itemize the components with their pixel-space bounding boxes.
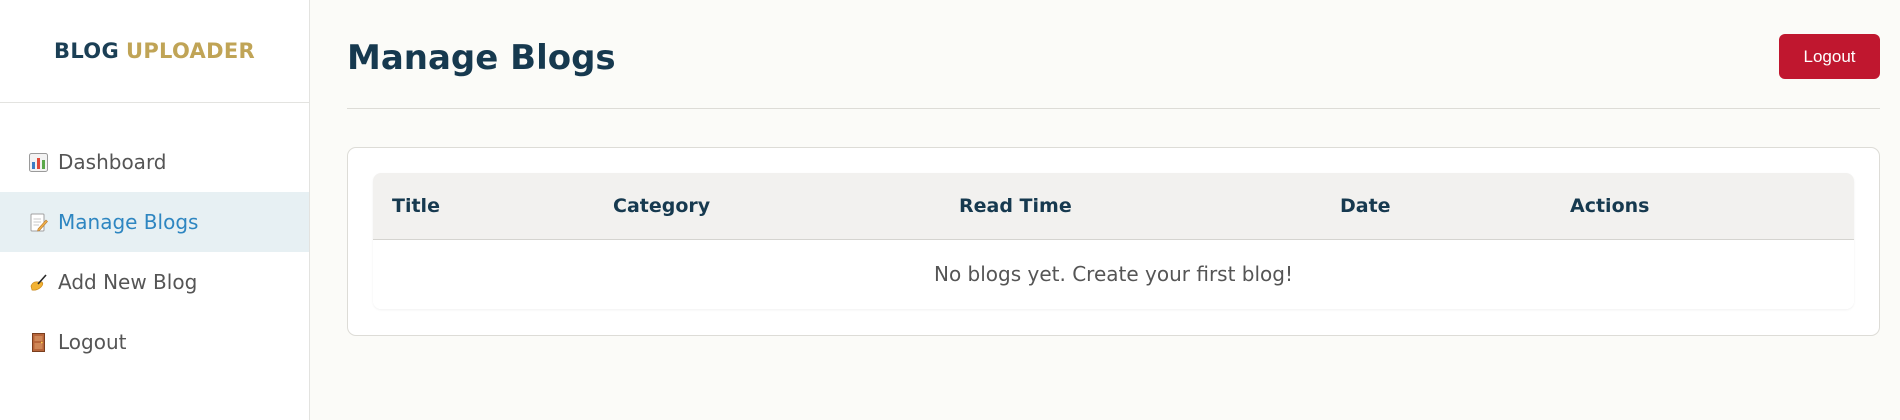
sidebar-item-label: Logout bbox=[58, 330, 127, 354]
brand-name-part2: UPLOADER bbox=[125, 39, 255, 63]
logout-button[interactable]: Logout bbox=[1779, 34, 1880, 79]
blogs-table: Title Category Read Time Date Actions No… bbox=[373, 173, 1854, 309]
table-header: Title Category Read Time Date Actions bbox=[373, 173, 1854, 240]
column-header-category: Category bbox=[613, 195, 711, 217]
sidebar-item-manage-blogs[interactable]: Manage Blogs bbox=[0, 192, 309, 252]
page-title: Manage Blogs bbox=[347, 38, 616, 78]
bar-chart-icon bbox=[29, 152, 48, 172]
sidebar-item-label: Add New Blog bbox=[58, 270, 198, 294]
brand-name-part1: BLOG bbox=[54, 39, 119, 63]
column-header-read-time: Read Time bbox=[959, 195, 1072, 217]
sidebar-item-label: Dashboard bbox=[58, 150, 167, 174]
sidebar-item-label: Manage Blogs bbox=[58, 210, 199, 234]
writing-hand-icon bbox=[29, 273, 48, 292]
main-content: Manage Blogs Logout Title Category Read … bbox=[347, 0, 1880, 336]
blogs-card: Title Category Read Time Date Actions No… bbox=[347, 147, 1880, 336]
sidebar-item-dashboard[interactable]: Dashboard bbox=[0, 132, 309, 192]
memo-icon bbox=[29, 213, 48, 232]
page-header: Manage Blogs Logout bbox=[347, 0, 1880, 109]
empty-state-message: No blogs yet. Create your first blog! bbox=[373, 240, 1854, 309]
column-header-date: Date bbox=[1340, 195, 1391, 217]
sidebar-item-add-new-blog[interactable]: Add New Blog bbox=[0, 252, 309, 312]
door-icon bbox=[29, 332, 48, 352]
sidebar: BLOG UPLOADER Dashboard Manage Blogs Add… bbox=[0, 0, 310, 420]
sidebar-nav: Dashboard Manage Blogs Add New Blog Logo… bbox=[0, 132, 309, 372]
brand-logo[interactable]: BLOG UPLOADER bbox=[0, 0, 309, 103]
column-header-actions: Actions bbox=[1570, 195, 1650, 217]
column-header-title: Title bbox=[392, 195, 440, 217]
sidebar-item-logout[interactable]: Logout bbox=[0, 312, 309, 372]
